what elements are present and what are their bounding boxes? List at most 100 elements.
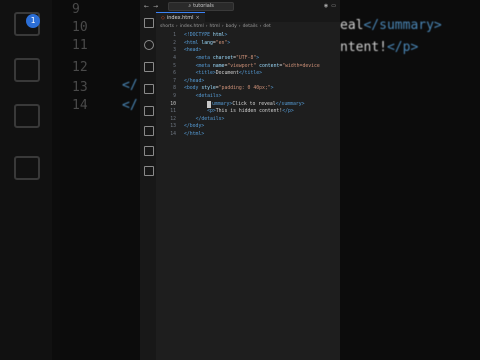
code-token: </body> bbox=[184, 124, 205, 130]
code-token: </head> bbox=[184, 78, 205, 84]
code-token: "UTF-8" bbox=[236, 56, 257, 62]
tab-label: index.html bbox=[166, 14, 194, 21]
code-token: </html> bbox=[184, 132, 205, 138]
bg-code: </ bbox=[122, 98, 138, 113]
code-token: style bbox=[201, 86, 216, 92]
breadcrumb-item[interactable]: det bbox=[263, 24, 270, 29]
code-line[interactable]: 14 </html> bbox=[156, 131, 340, 139]
html-file-icon: ◇ bbox=[161, 14, 165, 21]
line-number: 12 bbox=[170, 116, 176, 122]
code-token: "en" bbox=[215, 40, 228, 46]
code-token: content bbox=[259, 63, 280, 69]
code-line[interactable]: 5 <meta name = "viewport" content = "width=d… bbox=[156, 62, 340, 70]
line-number: 6 bbox=[173, 71, 176, 77]
code-line[interactable]: 2 <html lang = "en" > bbox=[156, 40, 340, 48]
line-number: 10 bbox=[170, 101, 176, 107]
line-number: 11 bbox=[170, 109, 176, 115]
back-arrow-icon[interactable]: ← bbox=[144, 3, 149, 10]
code-token: > bbox=[256, 56, 260, 62]
copilot-icon[interactable]: ◉ bbox=[324, 3, 328, 9]
command-center[interactable]: ⌕ tutorials bbox=[168, 1, 235, 11]
code-token: </title> bbox=[238, 71, 262, 77]
text-cursor bbox=[207, 100, 212, 108]
github-icon[interactable] bbox=[144, 146, 154, 156]
title-actions: ◉ ▭ bbox=[324, 3, 336, 9]
code-token: "viewport" bbox=[227, 63, 257, 69]
code-token: html bbox=[212, 33, 225, 39]
breadcrumb-item[interactable]: html bbox=[210, 24, 220, 29]
bg-line-number: 9 bbox=[72, 2, 80, 17]
breadcrumb-item[interactable]: details bbox=[243, 24, 258, 29]
activity-bar bbox=[140, 12, 156, 360]
line-number: 2 bbox=[173, 40, 176, 46]
background-left: 1 9 10 11 12 13 14 </ </ bbox=[0, 0, 140, 360]
code-line[interactable]: 11 <p> This is hidden content! </p> bbox=[156, 108, 340, 116]
code-line[interactable]: 1 <!DOCTYPE html > bbox=[156, 32, 340, 40]
code-line[interactable]: 10 ummary> Click to reveal </summary> bbox=[156, 100, 340, 108]
code-token: <head> bbox=[184, 48, 202, 54]
code-token: ummary> bbox=[212, 101, 233, 107]
code-token: <meta bbox=[195, 56, 213, 62]
extension-icon bbox=[14, 104, 40, 128]
line-number: 14 bbox=[170, 132, 176, 138]
tab-bar: ◇ index.html × bbox=[156, 12, 340, 22]
code-token: "padding: 0 40px;" bbox=[218, 86, 271, 92]
code-token: <meta bbox=[195, 63, 213, 69]
code-line[interactable]: 7 </head> bbox=[156, 78, 340, 86]
code-token: > bbox=[227, 40, 231, 46]
code-token: <!DOCTYPE bbox=[184, 33, 213, 39]
code-line[interactable]: 6 <title> Document </title> bbox=[156, 70, 340, 78]
docker-icon[interactable] bbox=[144, 166, 154, 176]
line-number: 8 bbox=[173, 86, 176, 92]
code-line[interactable]: 3 <head> bbox=[156, 47, 340, 55]
code-token: This is hidden content! bbox=[215, 109, 283, 115]
breadcrumb-item[interactable]: index.html bbox=[180, 24, 204, 29]
forward-arrow-icon[interactable]: → bbox=[153, 3, 158, 10]
code-token: lang bbox=[201, 40, 213, 46]
close-icon[interactable]: × bbox=[196, 15, 200, 21]
source-control-icon[interactable] bbox=[144, 62, 154, 72]
line-number: 4 bbox=[173, 56, 176, 62]
remote-explorer-icon[interactable] bbox=[144, 126, 154, 136]
search-icon[interactable] bbox=[144, 40, 154, 50]
code-token: "width=device bbox=[282, 63, 320, 69]
extensions-icon[interactable] bbox=[144, 106, 154, 116]
line-number: 3 bbox=[173, 48, 176, 54]
code-line[interactable]: 13 </body> bbox=[156, 123, 340, 131]
tab-index-html[interactable]: ◇ index.html × bbox=[156, 12, 205, 22]
bg-line-number: 10 bbox=[72, 20, 88, 35]
code-line[interactable]: 8 <body style = "padding: 0 40px;" > bbox=[156, 85, 340, 93]
remote-explorer-icon bbox=[14, 58, 40, 82]
title-bar: ← → ⌕ tutorials ◉ ▭ bbox=[140, 0, 340, 12]
code-editor[interactable]: 1 <!DOCTYPE html >2 <html lang = "en" >3 <head>… bbox=[156, 32, 340, 138]
run-debug-icon[interactable] bbox=[144, 84, 154, 94]
code-token: </summary> bbox=[275, 101, 305, 107]
line-number: 9 bbox=[173, 94, 176, 100]
code-line[interactable]: 9 <details> bbox=[156, 93, 340, 101]
code-token: <p> bbox=[207, 109, 216, 115]
code-line[interactable]: 12 </details> bbox=[156, 116, 340, 124]
line-number: 1 bbox=[173, 33, 176, 39]
layout-icon[interactable]: ▭ bbox=[331, 3, 336, 9]
badge: 1 bbox=[26, 14, 40, 28]
code-line[interactable]: 4 <meta charset = "UTF-8" > bbox=[156, 55, 340, 63]
breadcrumb-item[interactable]: shorts bbox=[160, 24, 174, 29]
breadcrumb: shorts › index.html › html › body › deta… bbox=[160, 23, 271, 29]
code-token: <body bbox=[184, 86, 202, 92]
code-token: </p> bbox=[282, 109, 294, 115]
line-number: 5 bbox=[173, 63, 176, 69]
code-token: name bbox=[212, 63, 225, 69]
background-right: eal</summary> ntent!</p> bbox=[340, 0, 480, 360]
vscode-window: ← → ⌕ tutorials ◉ ▭ ◇ index.html × short… bbox=[140, 0, 340, 360]
bg-line-number: 11 bbox=[72, 38, 88, 53]
explorer-icon[interactable] bbox=[144, 18, 154, 28]
bg-line-number: 13 bbox=[72, 80, 88, 95]
code-token: Document bbox=[215, 71, 239, 77]
code-token: > bbox=[270, 86, 274, 92]
breadcrumb-item[interactable]: body bbox=[226, 24, 237, 29]
